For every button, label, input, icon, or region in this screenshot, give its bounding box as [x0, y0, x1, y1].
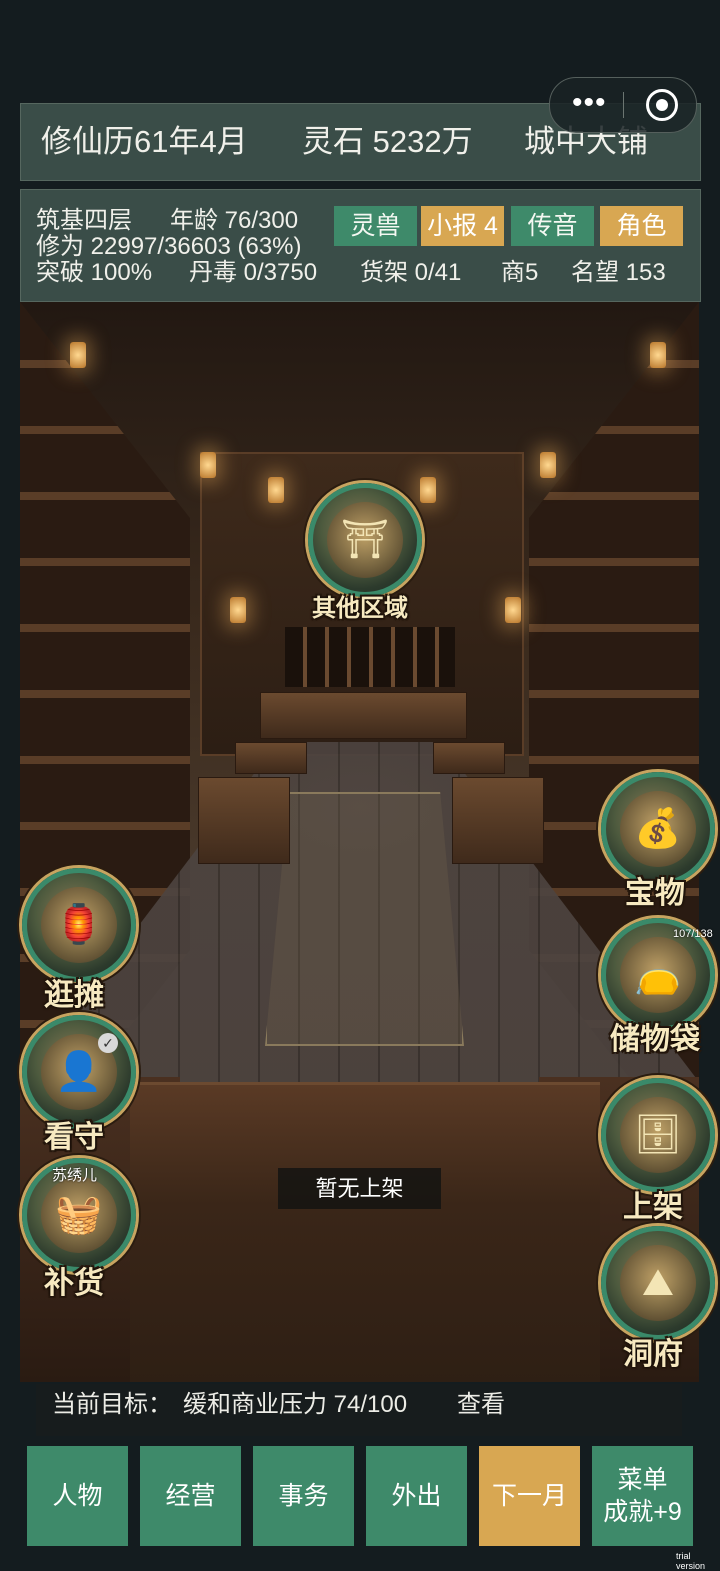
message-button[interactable]: 传音: [511, 206, 594, 246]
goal-view-link[interactable]: 查看: [457, 1384, 505, 1426]
goal-label: 当前目标：: [52, 1391, 172, 1418]
breakthrough-rate: 突破 100%: [36, 259, 153, 286]
check-icon: ✓: [98, 1033, 118, 1053]
fame-value: 名望 153: [571, 259, 666, 286]
lantern: [650, 342, 666, 368]
storage-count: 107/138: [673, 928, 713, 940]
stats-panel: 筑基四层 年龄 76/300 修为 22997/36603 (63%) 突破 1…: [20, 189, 701, 302]
display-table: [433, 742, 505, 774]
realm-level: 筑基四层: [36, 207, 132, 234]
nav-menu[interactable]: 菜单 成就+9: [592, 1446, 693, 1546]
age-value: 年龄 76/300: [170, 207, 299, 234]
stall-label: 逛摊: [44, 978, 104, 1013]
current-goal-bar: 当前目标： 缓和商业压力 74/100 查看: [36, 1384, 682, 1436]
cave-button[interactable]: ⛰: [601, 1226, 715, 1340]
storage-bag-label: 储物袋: [610, 1022, 700, 1057]
calendar-date: 修仙历61年4月: [41, 124, 248, 159]
display-table: [198, 777, 290, 864]
lantern: [540, 452, 556, 478]
pill-poison: 丹毒 0/3750: [189, 259, 318, 286]
nav-next-month[interactable]: 下一月: [479, 1446, 580, 1546]
lantern: [420, 477, 436, 503]
restock-assignee: 苏绣儿: [52, 1167, 98, 1184]
lantern: [200, 452, 216, 478]
nav-outing[interactable]: 外出: [366, 1446, 467, 1546]
lantern: [505, 597, 521, 623]
nav-affairs[interactable]: 事务: [253, 1446, 354, 1546]
shelve-label: 上架: [623, 1190, 683, 1225]
lantern: [230, 597, 246, 623]
nav-character[interactable]: 人物: [27, 1446, 128, 1546]
stall-button[interactable]: 🏮: [22, 868, 136, 982]
menu-label: 菜单: [617, 1466, 668, 1494]
news-button[interactable]: 小报 4: [421, 206, 504, 246]
treasure-label: 宝物: [625, 876, 685, 911]
back-shelf: [285, 627, 455, 687]
spirit-stone-count: 灵石 5232万: [302, 124, 473, 159]
more-menu-icon[interactable]: •••: [572, 78, 607, 132]
achievements-badge: 成就+9: [603, 1498, 682, 1526]
close-target-icon[interactable]: [646, 89, 678, 121]
trial-watermark: trial version: [676, 1551, 706, 1571]
floor-rug: [265, 792, 464, 1046]
cave-label: 洞府: [623, 1337, 683, 1372]
cultivation-progress: 修为 22997/36603 (63%): [36, 233, 302, 260]
capsule-divider: [623, 92, 624, 118]
other-areas-button[interactable]: ⛩: [308, 483, 422, 597]
shelf-count: 货架 0/41: [360, 259, 462, 286]
lantern: [70, 342, 86, 368]
other-areas-label: 其他区域: [312, 593, 408, 622]
display-table: [452, 777, 544, 864]
spirit-beast-button[interactable]: 灵兽: [334, 206, 417, 246]
display-table: [235, 742, 307, 774]
miniprogram-capsule: •••: [549, 77, 697, 133]
merchant-level: 商5: [501, 259, 539, 286]
guard-label: 看守: [44, 1120, 104, 1155]
nav-business[interactable]: 经营: [140, 1446, 241, 1546]
shelve-button[interactable]: 🗄: [601, 1078, 715, 1192]
front-counter: [130, 1082, 600, 1382]
goal-text: 缓和商业压力 74/100: [183, 1391, 408, 1418]
restock-label: 补货: [44, 1266, 104, 1301]
back-counter: [260, 692, 467, 739]
lantern: [268, 477, 284, 503]
empty-shelf-notice: 暂无上架: [278, 1168, 441, 1209]
character-tag-button[interactable]: 角色: [600, 206, 683, 246]
